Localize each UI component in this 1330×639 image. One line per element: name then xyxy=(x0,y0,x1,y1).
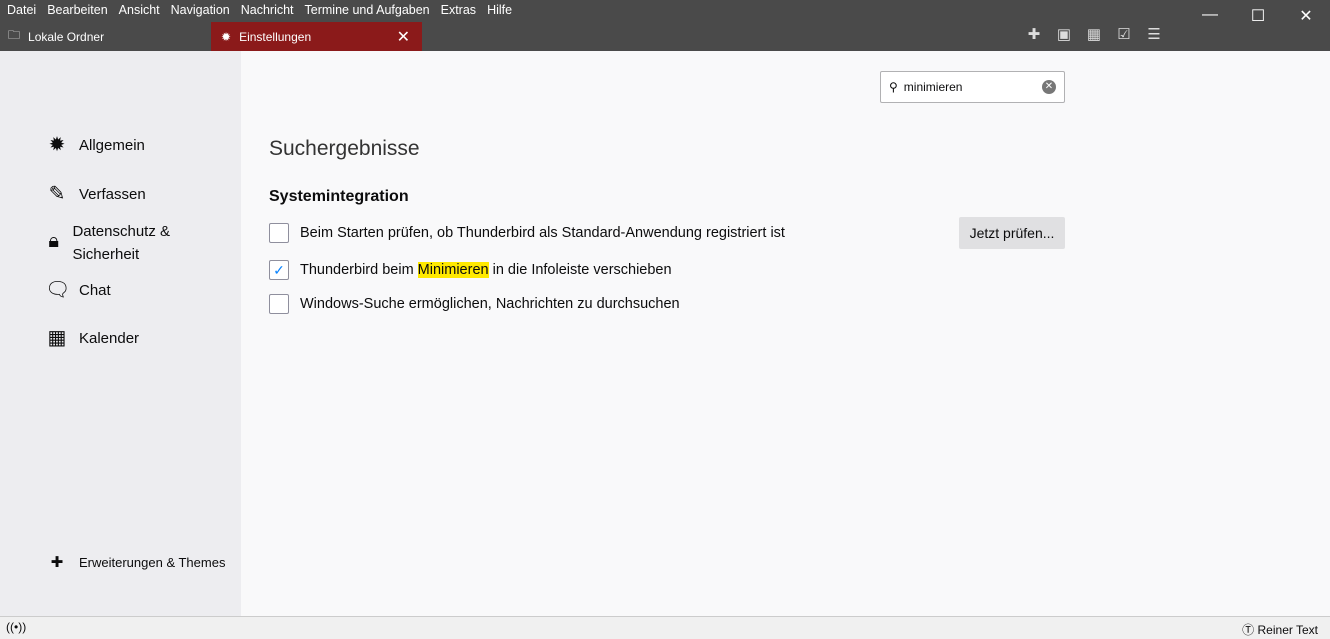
chat-icon: 🗨︎ xyxy=(45,279,71,301)
default-app-check-option[interactable]: Beim Starten prüfen, ob Thunderbird als … xyxy=(269,223,785,243)
pencil-icon: ✎ xyxy=(48,183,66,205)
check-now-button[interactable]: Jetzt prüfen... xyxy=(959,217,1065,249)
sidebar-item-chat[interactable]: 🗨︎ Chat xyxy=(45,279,111,302)
menu-hilfe[interactable]: Hilfe xyxy=(487,3,512,17)
text-format-icon: Ⓣ xyxy=(1242,623,1258,637)
tasks-icon[interactable]: ☑ xyxy=(1115,26,1133,44)
tab-settings[interactable]: ✹ Einstellungen ✕ xyxy=(211,22,422,51)
sidebar-item-verfassen[interactable]: ✎ Verfassen xyxy=(45,183,146,206)
label: Allgemein xyxy=(79,137,145,154)
status-bar: ((•)) Ⓣ Reiner Text xyxy=(0,616,1330,639)
page-title: Suchergebnisse xyxy=(269,137,420,160)
calendar-icon[interactable]: ▦ xyxy=(1085,26,1103,44)
label-part: in die Infoleiste verschieben xyxy=(488,262,672,278)
sidebar-item-datenschutz[interactable]: 🔒︎ Datenschutz & Sicherheit xyxy=(45,220,195,266)
label: Datenschutz & Sicherheit xyxy=(72,223,171,263)
label: Windows-Suche ermöglichen, Nachrichten z… xyxy=(300,296,680,312)
label: Beim Starten prüfen, ob Thunderbird als … xyxy=(300,225,785,241)
settings-content: ⚲ minimieren ✕ Suchergebnisse Systemintegr… xyxy=(241,51,1330,616)
sidebar-item-kalender[interactable]: ▦ Kalender xyxy=(45,327,140,350)
settings-search-input[interactable]: ⚲ minimieren ✕ xyxy=(880,71,1065,103)
online-status-icon[interactable]: ((•)) xyxy=(6,620,26,634)
menu-extras[interactable]: Extras xyxy=(441,3,476,17)
tab-label: Einstellungen xyxy=(239,29,312,44)
lock-icon: 🔒︎ xyxy=(48,230,60,252)
calendar-icon: ▦ xyxy=(47,327,67,349)
sidebar-item-addons[interactable]: ✚ Erweiterungen & Themes xyxy=(45,551,226,574)
menu-nachricht[interactable]: Nachricht xyxy=(241,3,294,17)
menu-datei[interactable]: Datei xyxy=(7,3,36,17)
sidebar-item-allgemein[interactable]: ✹ Allgemein xyxy=(45,134,145,157)
section-heading: Systemintegration xyxy=(269,188,409,205)
menu-bar: Datei Bearbeiten Ansicht Navigation Nach… xyxy=(7,3,512,17)
hamburger-menu-icon[interactable]: ☰ xyxy=(1145,26,1163,44)
checkbox[interactable] xyxy=(269,294,289,314)
puzzle-icon: ✚ xyxy=(50,554,64,571)
label-part: Thunderbird beim xyxy=(300,262,418,278)
menu-navigation[interactable]: Navigation xyxy=(171,3,230,17)
minimize-button[interactable]: — xyxy=(1186,6,1234,26)
format-label: Reiner Text xyxy=(1257,623,1318,637)
windows-search-option[interactable]: Windows-Suche ermöglichen, Nachrichten z… xyxy=(269,294,680,314)
format-indicator: Ⓣ Reiner Text xyxy=(1242,621,1318,638)
label: Chat xyxy=(79,282,111,299)
checkbox-checked[interactable]: ✓ xyxy=(269,260,289,280)
tab-local-folders[interactable]: 🗀 Lokale Ordner xyxy=(8,22,104,51)
gear-icon: ✹ xyxy=(48,134,66,156)
folder-icon: 🗀 xyxy=(8,28,21,42)
maximize-button[interactable]: ☐ xyxy=(1234,6,1282,26)
addons-icon[interactable]: ✚ xyxy=(1025,26,1043,44)
address-book-icon[interactable]: ▣ xyxy=(1055,26,1073,44)
label: Thunderbird beim Minimieren in die Infol… xyxy=(300,262,672,278)
close-window-button[interactable]: ✕ xyxy=(1282,6,1330,26)
clear-search-icon[interactable]: ✕ xyxy=(1042,80,1056,94)
tab-label: Lokale Ordner xyxy=(28,29,105,44)
label: Kalender xyxy=(79,330,140,347)
minimize-to-tray-option[interactable]: ✓ Thunderbird beim Minimieren in die Info… xyxy=(269,260,672,280)
checkbox[interactable] xyxy=(269,223,289,243)
gear-icon: ✹ xyxy=(221,29,232,44)
search-highlight: Minimieren xyxy=(417,262,489,278)
close-tab-icon[interactable]: ✕ xyxy=(397,27,410,47)
menu-ansicht[interactable]: Ansicht xyxy=(119,3,160,17)
label: Verfassen xyxy=(79,186,146,203)
menu-bearbeiten[interactable]: Bearbeiten xyxy=(47,3,107,17)
menu-termine[interactable]: Termine und Aufgaben xyxy=(305,3,430,17)
settings-sidebar: ✹ Allgemein ✎ Verfassen 🔒︎ Datenschutz & Si… xyxy=(0,51,241,616)
label: Erweiterungen & Themes xyxy=(79,555,226,570)
search-value: minimieren xyxy=(903,80,963,94)
search-icon: ⚲ xyxy=(889,80,898,94)
title-bar: Datei Bearbeiten Ansicht Navigation Nach… xyxy=(0,0,1330,51)
